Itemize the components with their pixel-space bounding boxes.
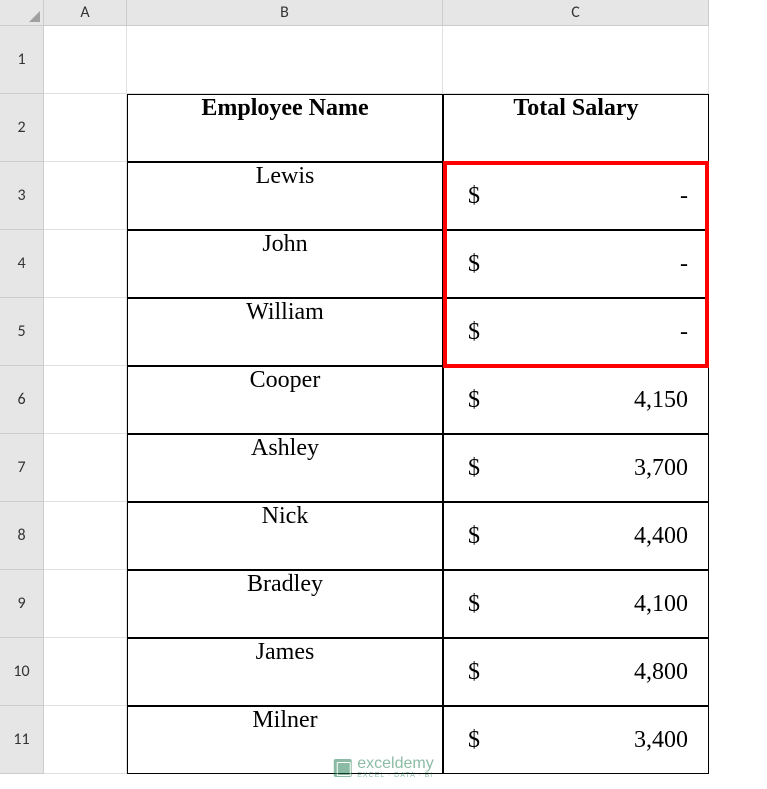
cell-name-3[interactable]: Cooper	[127, 366, 443, 434]
cell-name-7[interactable]: James	[127, 638, 443, 706]
watermark: exceldemy EXCEL · DATA · BI	[333, 756, 433, 779]
col-header-c[interactable]: C	[443, 0, 709, 26]
cell-salary-6[interactable]: $ 4,100	[443, 570, 709, 638]
cell-name-5[interactable]: Nick	[127, 502, 443, 570]
cell-a5[interactable]	[44, 298, 127, 366]
cell-a4[interactable]	[44, 230, 127, 298]
cell-name-2[interactable]: William	[127, 298, 443, 366]
currency-symbol: $	[468, 251, 480, 278]
row-header-2[interactable]: 2	[0, 94, 44, 162]
row-header-7[interactable]: 7	[0, 434, 44, 502]
cell-name-6[interactable]: Bradley	[127, 570, 443, 638]
row-header-11[interactable]: 11	[0, 706, 44, 774]
cell-name-4[interactable]: Ashley	[127, 434, 443, 502]
row-header-10[interactable]: 10	[0, 638, 44, 706]
cell-a3[interactable]	[44, 162, 127, 230]
row-header-1[interactable]: 1	[0, 26, 44, 94]
cell-salary-7[interactable]: $ 4,800	[443, 638, 709, 706]
salary-value-0: -	[680, 183, 688, 210]
cell-a2[interactable]	[44, 94, 127, 162]
column-headers: A B C	[44, 0, 709, 26]
salary-value-8: 3,400	[634, 727, 688, 754]
row-header-6[interactable]: 6	[0, 366, 44, 434]
currency-symbol: $	[468, 387, 480, 414]
cell-salary-2[interactable]: $ -	[443, 298, 709, 366]
cell-salary-1[interactable]: $ -	[443, 230, 709, 298]
cell-name-1[interactable]: John	[127, 230, 443, 298]
watermark-text: exceldemy EXCEL · DATA · BI	[357, 756, 433, 779]
row-headers: 1 2 3 4 5 6 7 8 9 10 11	[0, 26, 44, 774]
currency-symbol: $	[468, 727, 480, 754]
select-all-triangle-icon	[29, 11, 40, 22]
salary-value-7: 4,800	[634, 659, 688, 686]
col-header-b[interactable]: B	[127, 0, 443, 26]
cell-a10[interactable]	[44, 638, 127, 706]
salary-value-4: 3,700	[634, 455, 688, 482]
grid-area: Employee Name Total Salary Lewis $ - Joh…	[44, 26, 709, 774]
salary-value-5: 4,400	[634, 523, 688, 550]
cell-a7[interactable]	[44, 434, 127, 502]
col-header-a[interactable]: A	[44, 0, 127, 26]
salary-value-3: 4,150	[634, 387, 688, 414]
currency-symbol: $	[468, 319, 480, 346]
cell-a9[interactable]	[44, 570, 127, 638]
salary-value-1: -	[680, 251, 688, 278]
select-all-cell[interactable]	[0, 0, 44, 26]
cell-salary-8[interactable]: $ 3,400	[443, 706, 709, 774]
row-header-9[interactable]: 9	[0, 570, 44, 638]
cell-b1[interactable]	[127, 26, 443, 94]
header-employee-name[interactable]: Employee Name	[127, 94, 443, 162]
header-total-salary[interactable]: Total Salary	[443, 94, 709, 162]
currency-symbol: $	[468, 455, 480, 482]
currency-symbol: $	[468, 183, 480, 210]
cell-c1[interactable]	[443, 26, 709, 94]
watermark-logo-icon	[333, 759, 351, 777]
cell-a1[interactable]	[44, 26, 127, 94]
row-header-8[interactable]: 8	[0, 502, 44, 570]
salary-value-6: 4,100	[634, 591, 688, 618]
cell-a8[interactable]	[44, 502, 127, 570]
cell-a6[interactable]	[44, 366, 127, 434]
watermark-sub-text: EXCEL · DATA · BI	[357, 772, 433, 779]
cell-salary-3[interactable]: $ 4,150	[443, 366, 709, 434]
cell-salary-0[interactable]: $ -	[443, 162, 709, 230]
row-header-3[interactable]: 3	[0, 162, 44, 230]
cell-name-0[interactable]: Lewis	[127, 162, 443, 230]
row-header-4[interactable]: 4	[0, 230, 44, 298]
cell-a11[interactable]	[44, 706, 127, 774]
watermark-main-text: exceldemy	[357, 756, 433, 772]
cell-salary-5[interactable]: $ 4,400	[443, 502, 709, 570]
currency-symbol: $	[468, 659, 480, 686]
salary-value-2: -	[680, 319, 688, 346]
cell-salary-4[interactable]: $ 3,700	[443, 434, 709, 502]
spreadsheet-container: A B C 1 2 3 4 5 6 7 8 9 10 11 Employee N…	[0, 0, 767, 789]
currency-symbol: $	[468, 591, 480, 618]
row-header-5[interactable]: 5	[0, 298, 44, 366]
currency-symbol: $	[468, 523, 480, 550]
